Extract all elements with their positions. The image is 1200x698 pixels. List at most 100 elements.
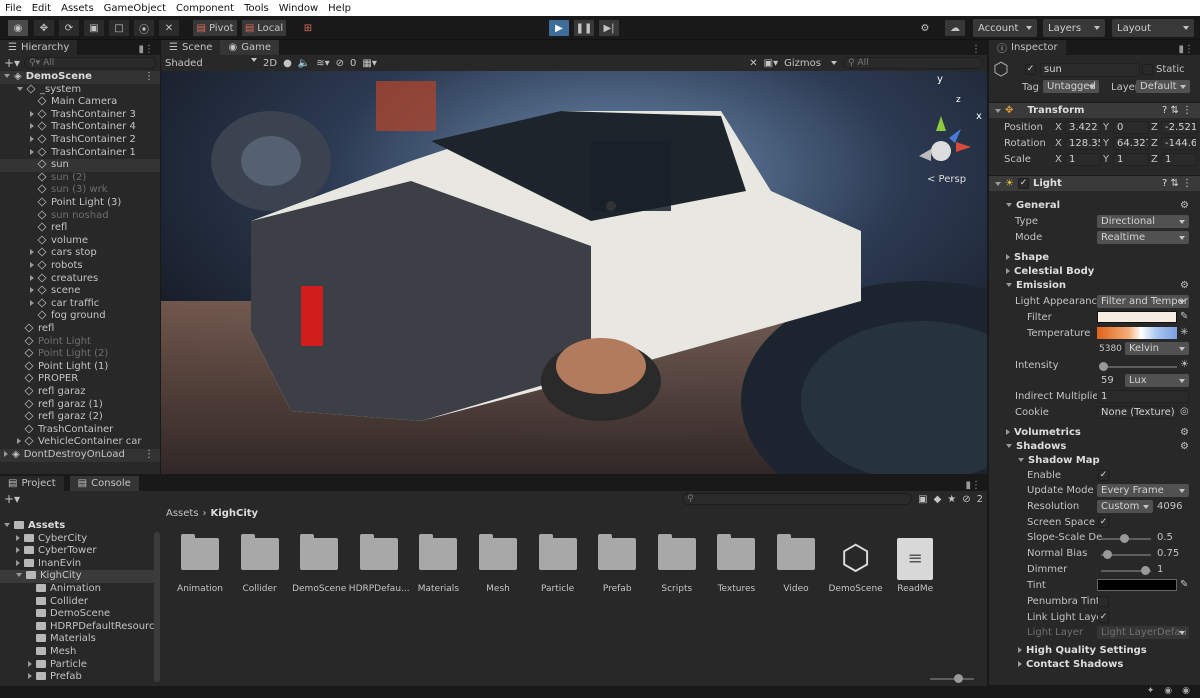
emission-section[interactable]: Emission xyxy=(1006,280,1066,291)
resolution-dropdown[interactable]: Custom xyxy=(1097,500,1153,513)
hierarchy-item[interactable]: refl garaz (2) xyxy=(0,411,103,424)
hierarchy-item[interactable]: TrashContainer 1 xyxy=(0,147,136,160)
penumbra-tint-checkbox[interactable] xyxy=(1098,596,1109,607)
project-tree-item[interactable]: Prefab xyxy=(0,671,155,684)
panel-menu-icon[interactable]: ⋮ xyxy=(971,44,981,55)
shadow-map-section[interactable]: Shadow Map xyxy=(1018,455,1100,466)
lock-icon[interactable]: ▮⋮ xyxy=(138,44,154,55)
gizmos-dropdown[interactable]: Gizmos xyxy=(784,58,821,69)
tab-game[interactable]: ◉ Game xyxy=(220,40,279,55)
chevron-right-icon[interactable] xyxy=(30,249,34,256)
play-button[interactable]: ▶ xyxy=(548,19,570,37)
chevron-right-icon[interactable] xyxy=(30,287,34,294)
project-tree-item[interactable]: Collider xyxy=(0,596,155,609)
hierarchy-item[interactable]: Point Light xyxy=(0,336,91,349)
collab-icon[interactable]: ◉ xyxy=(1182,686,1190,698)
layout-dropdown[interactable]: Layout xyxy=(1112,19,1194,37)
position-z-input[interactable]: -2.521 xyxy=(1161,121,1197,134)
hierarchy-item[interactable]: robots xyxy=(0,260,83,273)
scale-tool-button[interactable]: ▣ xyxy=(83,19,105,37)
rotation-y-input[interactable]: 64.327 xyxy=(1113,137,1149,150)
transform-header[interactable]: ✥ Transform ? ⇅ ⋮ xyxy=(989,102,1200,118)
slope-slider-handle[interactable] xyxy=(1120,534,1129,543)
tag-dropdown[interactable]: Untagged xyxy=(1043,80,1099,93)
chevron-down-icon[interactable] xyxy=(4,523,10,527)
hierarchy-item[interactable]: TrashContainer 2 xyxy=(0,134,136,147)
rotate-tool-button[interactable]: ⟳ xyxy=(58,19,80,37)
tab-hierarchy[interactable]: ☰ Hierarchy xyxy=(0,40,78,55)
project-tree-item[interactable]: InanEvin xyxy=(0,558,155,571)
temperature-picker-icon[interactable]: ✳ xyxy=(1180,327,1188,338)
resolution-custom-value[interactable]: 4096 xyxy=(1157,501,1182,512)
tab-console[interactable]: ▤ Console xyxy=(69,476,139,491)
hierarchy-item[interactable]: sun (3) wrk xyxy=(0,184,108,197)
object-picker-icon[interactable]: ◎ xyxy=(1180,406,1189,417)
chevron-right-icon[interactable] xyxy=(4,451,8,457)
light-header[interactable]: ☀ ✓ Light ? ⇅ ⋮ xyxy=(989,175,1200,191)
local-toggle[interactable]: ▤ Local xyxy=(241,19,287,37)
cookie-field[interactable]: None (Texture) xyxy=(1097,406,1177,419)
lock-icon[interactable]: ▮⋮ xyxy=(1178,44,1194,55)
slope-value[interactable]: 0.5 xyxy=(1157,532,1173,543)
debug-icon[interactable]: ✦ xyxy=(1147,686,1155,698)
asset-item[interactable]: Prefab xyxy=(587,534,647,594)
update-mode-dropdown[interactable]: Every Frame xyxy=(1097,484,1189,497)
settings-icon[interactable]: ⚙ xyxy=(1180,441,1189,452)
tint-color-swatch[interactable] xyxy=(1097,579,1177,591)
component-menu-icon[interactable]: ? ⇅ ⋮ xyxy=(1162,178,1192,189)
menu-item-file[interactable]: File xyxy=(0,3,27,14)
hierarchy-item[interactable]: TrashContainer 4 xyxy=(0,121,136,134)
hierarchy-item[interactable]: sun (2) xyxy=(0,172,86,185)
layer-dropdown[interactable]: Default xyxy=(1136,80,1190,93)
zoom-slider-track[interactable] xyxy=(930,678,974,680)
create-button[interactable]: +▾ xyxy=(4,492,20,506)
menu-item-gameobject[interactable]: GameObject xyxy=(99,3,171,14)
filter-label-icon[interactable]: ◆ xyxy=(934,494,942,505)
layers-dropdown[interactable]: Layers xyxy=(1043,19,1105,37)
asset-item[interactable]: Materials xyxy=(408,534,468,594)
project-tree-item[interactable]: KighCity xyxy=(0,570,155,583)
chevron-right-icon[interactable] xyxy=(30,299,34,306)
grid-snap-button[interactable]: ⊞ xyxy=(297,19,319,37)
cloud-button[interactable]: ☁ xyxy=(944,19,966,37)
celestial-section[interactable]: Celestial Body xyxy=(1006,266,1094,277)
project-tree-item[interactable]: Animation xyxy=(0,583,155,596)
custom-tool-button[interactable]: ✕ xyxy=(158,19,180,37)
tab-scene[interactable]: ☰ Scene xyxy=(161,40,221,55)
chevron-right-icon[interactable] xyxy=(16,547,20,554)
transform-tool-button[interactable]: ⦿ xyxy=(133,19,155,37)
settings-icon[interactable]: ⚙ xyxy=(1180,200,1189,211)
project-search-input[interactable]: ⚲ xyxy=(682,493,913,505)
contact-shadows-section[interactable]: Contact Shadows xyxy=(1018,659,1123,670)
link-light-layer-checkbox[interactable]: ✓ xyxy=(1098,612,1109,623)
dimmer-slider-handle[interactable] xyxy=(1141,566,1150,575)
intensity-slider-handle[interactable] xyxy=(1099,362,1108,371)
project-tree-item[interactable]: Mesh xyxy=(0,646,155,659)
shadows-section[interactable]: Shadows xyxy=(1006,441,1066,452)
chevron-right-icon[interactable] xyxy=(30,136,34,142)
menu-item-assets[interactable]: Assets xyxy=(56,3,99,14)
visibility-icon[interactable]: ⊘ xyxy=(336,58,344,69)
asset-item[interactable]: HDRPDefau... xyxy=(349,534,410,594)
position-y-input[interactable]: 0 xyxy=(1113,121,1149,134)
pivot-toggle[interactable]: ▤ Pivot xyxy=(192,19,238,37)
progress-icon[interactable]: ◉ xyxy=(1164,686,1172,698)
project-tree-item[interactable]: HDRPDefaultResource xyxy=(0,621,155,634)
settings-button[interactable]: ⚙ xyxy=(914,19,936,37)
indirect-multiplier-input[interactable]: 1 xyxy=(1097,390,1189,403)
general-section[interactable]: General xyxy=(1006,200,1060,211)
rotation-x-input[interactable]: 128.35 xyxy=(1065,137,1101,150)
chevron-down-icon[interactable] xyxy=(4,74,10,78)
rect-tool-button[interactable]: □ xyxy=(108,19,130,37)
asset-item[interactable]: Collider xyxy=(230,534,290,594)
hierarchy-item[interactable]: ◈ DontDestroyOnLoad ⋮ xyxy=(0,449,160,462)
tools-icon[interactable]: ✕ xyxy=(749,58,757,69)
filter-type-icon[interactable]: ▣ xyxy=(918,494,927,505)
temperature-value[interactable]: 5380 xyxy=(1099,344,1122,354)
project-tree-item[interactable]: DemoScene xyxy=(0,608,155,621)
asset-item[interactable]: Animation xyxy=(170,534,230,594)
breadcrumb-kighcity[interactable]: KighCity xyxy=(211,508,259,519)
settings-icon[interactable]: ⚙ xyxy=(1180,427,1189,438)
asset-item[interactable]: Mesh xyxy=(468,534,528,594)
rotation-z-input[interactable]: -144.6 xyxy=(1161,137,1197,150)
